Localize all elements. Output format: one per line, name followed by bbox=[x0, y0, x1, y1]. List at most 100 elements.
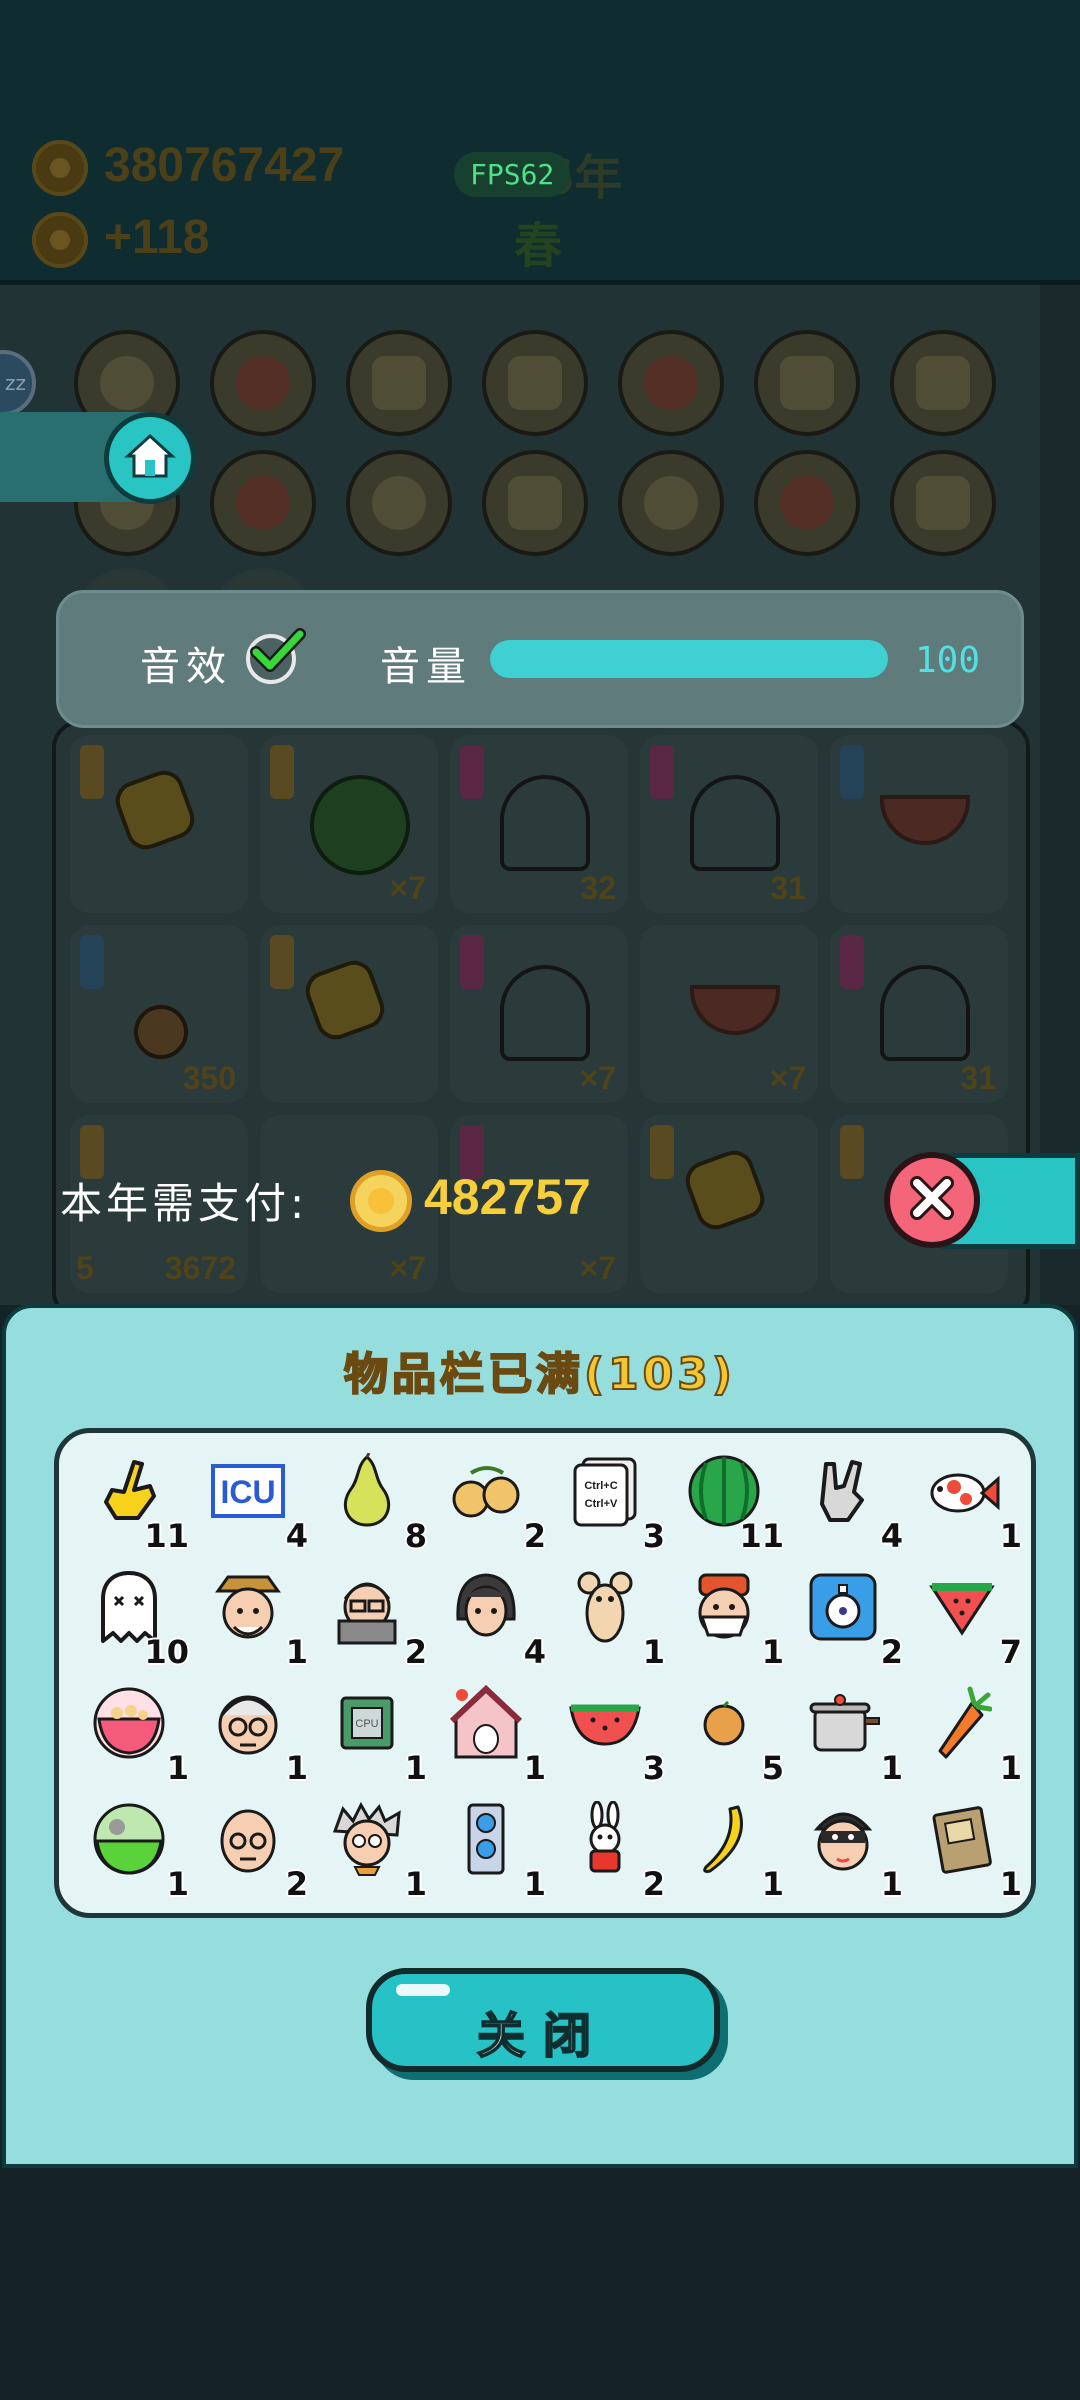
sfx-label: 音效 bbox=[140, 644, 232, 690]
inventory-item[interactable]: 1 bbox=[789, 1795, 909, 1905]
volume-label: 音量 bbox=[380, 644, 472, 690]
home-icon bbox=[124, 432, 176, 484]
payment-label: 本年需支付: bbox=[60, 1179, 309, 1228]
book-icon bbox=[924, 1801, 1000, 1877]
green-ball-icon bbox=[91, 1801, 167, 1877]
item-count: 4 bbox=[285, 1517, 308, 1555]
item-count: 1 bbox=[999, 1517, 1022, 1555]
home-button[interactable] bbox=[104, 412, 196, 504]
inventory-item[interactable]: 1 bbox=[908, 1679, 1028, 1789]
inventory-item[interactable]: 4 bbox=[789, 1447, 909, 1557]
close-settings-button[interactable] bbox=[884, 1152, 980, 1248]
thief-icon bbox=[805, 1801, 881, 1877]
inventory-item[interactable]: 1 bbox=[670, 1795, 790, 1905]
inventory-item[interactable]: 4 bbox=[432, 1563, 552, 1673]
inventory-item[interactable]: 2 bbox=[789, 1563, 909, 1673]
graphics-card-icon bbox=[448, 1801, 524, 1877]
inventory-item[interactable]: CPU 1 bbox=[313, 1679, 433, 1789]
inventory-item[interactable]: 2 bbox=[551, 1795, 671, 1905]
money-value: 380767427 bbox=[104, 139, 345, 192]
inventory-item[interactable]: 1 bbox=[908, 1447, 1028, 1557]
inventory-item[interactable]: 1 bbox=[551, 1563, 671, 1673]
hammer-icon bbox=[890, 450, 996, 556]
income-coin-icon bbox=[32, 212, 88, 268]
grid-cell: 31 bbox=[640, 735, 818, 913]
inventory-item[interactable]: 1 bbox=[789, 1679, 909, 1789]
item-count: 11 bbox=[739, 1517, 784, 1555]
item-count: 1 bbox=[761, 1633, 784, 1671]
inventory-item[interactable]: ICU 4 bbox=[194, 1447, 314, 1557]
longan-icon bbox=[448, 1453, 524, 1529]
item-count: 8 bbox=[404, 1517, 427, 1555]
svg-text:Ctrl+C: Ctrl+C bbox=[584, 1480, 617, 1492]
inventory-item[interactable]: 2 bbox=[313, 1563, 433, 1673]
item-count: 2 bbox=[404, 1633, 427, 1671]
mouse-icon bbox=[567, 1569, 643, 1645]
inventory-item[interactable]: 10 bbox=[75, 1563, 195, 1673]
programmer-glasses-icon bbox=[329, 1569, 405, 1645]
item-count: 1 bbox=[285, 1633, 308, 1671]
inventory-grid: 11 ICU 4 8 2 Ctrl+C Ctrl+V 3 11 4 1 10 1 2 4 1 1 2 7 1 1 CPU 1… bbox=[54, 1428, 1036, 1918]
inventory-item[interactable]: 1 bbox=[194, 1563, 314, 1673]
inventory-item[interactable]: 2 bbox=[194, 1795, 314, 1905]
item-count: 4 bbox=[523, 1633, 546, 1671]
inventory-item[interactable]: 1 bbox=[670, 1563, 790, 1673]
inventory-full-dialog: 物品栏已满(103) 11 ICU 4 8 2 Ctrl+C Ctrl+V 3 11 4 1 10 1 2… bbox=[2, 1304, 1078, 2168]
coin-icon bbox=[350, 1170, 412, 1232]
sfx-checkbox[interactable] bbox=[246, 628, 306, 684]
pot-icon bbox=[890, 330, 996, 436]
stopwatch-icon bbox=[805, 1569, 881, 1645]
item-count: 1 bbox=[642, 1633, 665, 1671]
inventory-item[interactable]: 5 bbox=[670, 1679, 790, 1789]
carrot-icon bbox=[924, 1685, 1000, 1761]
inventory-item[interactable]: 1 bbox=[908, 1795, 1028, 1905]
svg-text:Ctrl+V: Ctrl+V bbox=[585, 1498, 618, 1510]
inventory-item[interactable]: 3 bbox=[551, 1679, 671, 1789]
inventory-item[interactable]: 11 bbox=[75, 1447, 195, 1557]
item-count: 1 bbox=[880, 1749, 903, 1787]
inventory-item[interactable]: 8 bbox=[313, 1447, 433, 1557]
volume-slider[interactable] bbox=[490, 640, 888, 678]
inventory-item[interactable]: 1 bbox=[75, 1679, 195, 1789]
item-count: 1 bbox=[404, 1865, 427, 1903]
item-count: 1 bbox=[523, 1749, 546, 1787]
close-button[interactable]: 关闭 bbox=[366, 1968, 720, 2072]
orange-icon bbox=[686, 1685, 762, 1761]
grid-cell: 350 bbox=[70, 925, 248, 1103]
inventory-item[interactable]: Ctrl+C Ctrl+V 3 bbox=[551, 1447, 671, 1557]
grid-cell: ×7 bbox=[450, 925, 628, 1103]
inventory-item[interactable]: 1 bbox=[432, 1795, 552, 1905]
item-count: 1 bbox=[880, 1865, 903, 1903]
watermelon-half-icon bbox=[567, 1685, 643, 1761]
money-coin-icon bbox=[32, 140, 88, 196]
inventory-item[interactable]: 1 bbox=[432, 1679, 552, 1789]
button-shine bbox=[396, 1984, 450, 1996]
grid-cell bbox=[640, 1115, 818, 1293]
inventory-item[interactable]: 7 bbox=[908, 1563, 1028, 1673]
icu-sign-icon: ICU bbox=[210, 1453, 286, 1529]
inventory-item[interactable]: 11 bbox=[670, 1447, 790, 1557]
minus-sign-icon bbox=[754, 450, 860, 556]
item-count: 1 bbox=[999, 1749, 1022, 1787]
koi-fish-icon bbox=[924, 1453, 1000, 1529]
item-count: 3 bbox=[642, 1749, 665, 1787]
item-count: 11 bbox=[144, 1517, 189, 1555]
bald-man-icon bbox=[210, 1801, 286, 1877]
inventory-item[interactable]: 1 bbox=[313, 1795, 433, 1905]
season-label: 春 bbox=[514, 218, 563, 274]
item-count: 1 bbox=[999, 1865, 1022, 1903]
pear-icon bbox=[329, 1453, 405, 1529]
fps-counter: FPS62 bbox=[454, 152, 571, 197]
grid-cell bbox=[70, 735, 248, 913]
inventory-item[interactable]: 1 bbox=[194, 1679, 314, 1789]
grid-cell: ×7 bbox=[640, 925, 818, 1103]
inventory-item[interactable]: 2 bbox=[432, 1447, 552, 1557]
skip-icon bbox=[482, 330, 588, 436]
game-side-bar bbox=[1040, 285, 1080, 1305]
masked-worker-icon bbox=[686, 1569, 762, 1645]
rock-hand-icon bbox=[805, 1453, 881, 1529]
inventory-item[interactable]: 1 bbox=[75, 1795, 195, 1905]
grid-cell: 31 bbox=[830, 925, 1008, 1103]
old-man-hat-icon bbox=[210, 1569, 286, 1645]
cpu-chip-icon: CPU bbox=[329, 1685, 405, 1761]
